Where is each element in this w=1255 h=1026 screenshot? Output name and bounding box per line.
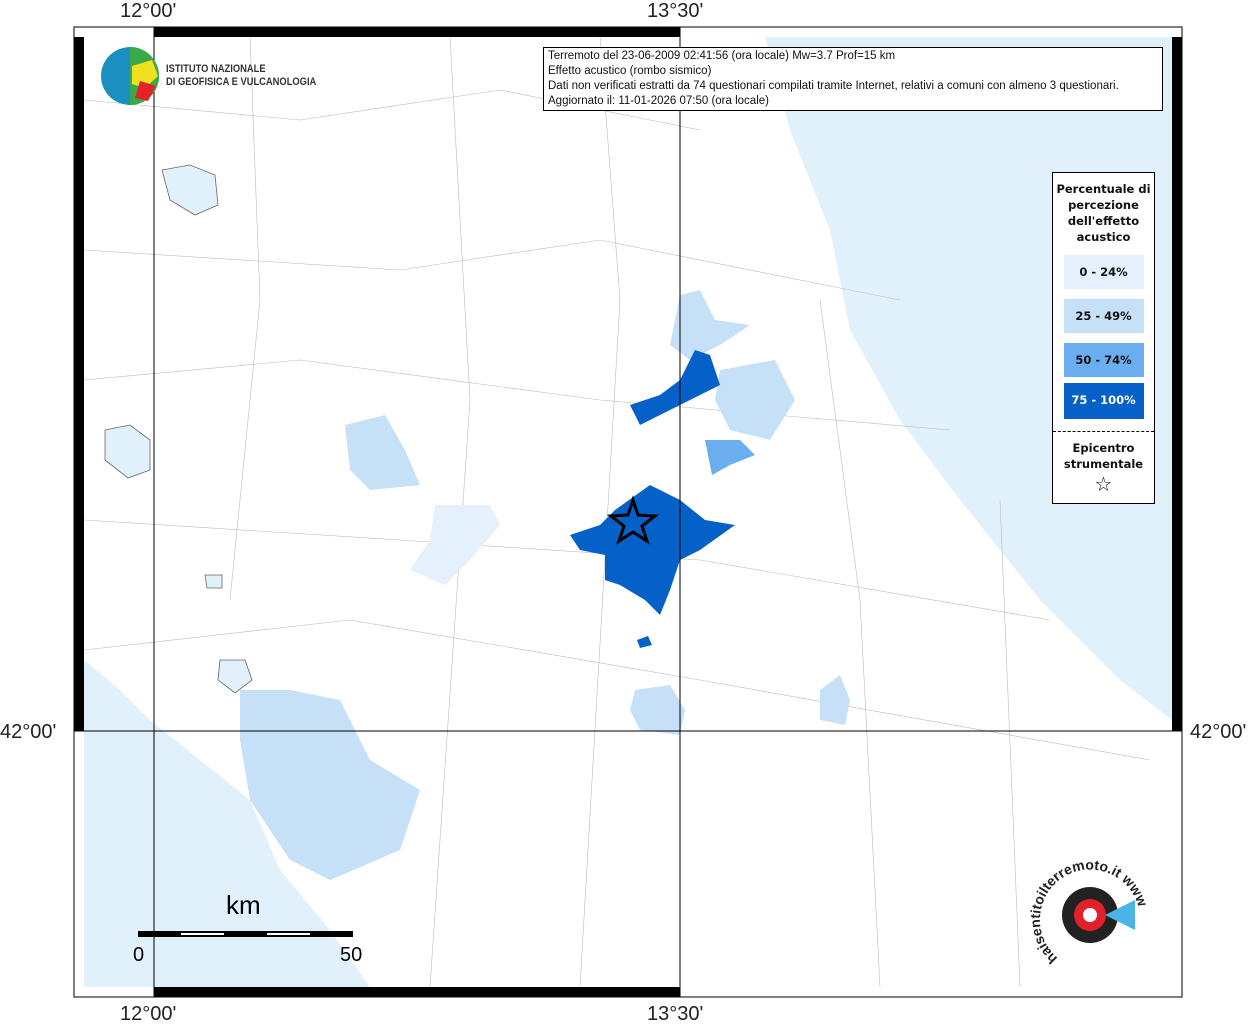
- map[interactable]: haisentitoilterremoto.it www: [0, 0, 1255, 1024]
- lon-label-bottom-1200: 12°00': [120, 1003, 177, 1025]
- event-info-box: Terremoto del 23-06-2009 02:41:56 (ora l…: [543, 47, 1163, 111]
- data-note: Dati non verificati estratti da 74 quest…: [548, 80, 1119, 92]
- lon-label-top-1330: 13°30': [647, 0, 704, 22]
- logo-line1: ISTITUTO NAZIONALE: [166, 63, 266, 75]
- lat-label-left: 42°00': [0, 721, 57, 743]
- lat-label-right: 42°00': [1190, 721, 1247, 743]
- legend-epicenter-label: Epicentro strumentale: [1063, 441, 1144, 471]
- legend-class-1: 25 - 49%: [1063, 299, 1144, 333]
- legend-class-2: 50 - 74%: [1063, 343, 1144, 377]
- ingv-logo: ISTITUTO NAZIONALE DI GEOFISICA E VULCANO…: [100, 46, 343, 106]
- scale-min: 0: [133, 944, 145, 966]
- scale-unit: km: [226, 890, 261, 920]
- legend: Percentuale di percezione dell'effetto a…: [1052, 172, 1155, 504]
- effect-type: Effetto acustico (rombo sismico): [548, 65, 712, 77]
- logo-line2: DI GEOFISICA E VULCANOLOGIA: [166, 76, 317, 88]
- lon-label-bottom-1330: 13°30': [647, 1003, 704, 1025]
- legend-title: Percentuale di percezione dell'effetto a…: [1056, 182, 1151, 244]
- update-time: Aggiornato il: 11-01-2026 07:50 (ora loc…: [548, 95, 769, 107]
- legend-class-0: 0 - 24%: [1063, 255, 1144, 289]
- scale-max: 50: [340, 944, 363, 966]
- event-title: Terremoto del 23-06-2009 02:41:56 (ora l…: [548, 50, 896, 62]
- globe-icon: [101, 47, 159, 105]
- legend-class-3: 75 - 100%: [1063, 383, 1144, 419]
- lon-label-top-1200: 12°00': [120, 0, 177, 22]
- star-icon: ☆: [1094, 472, 1113, 496]
